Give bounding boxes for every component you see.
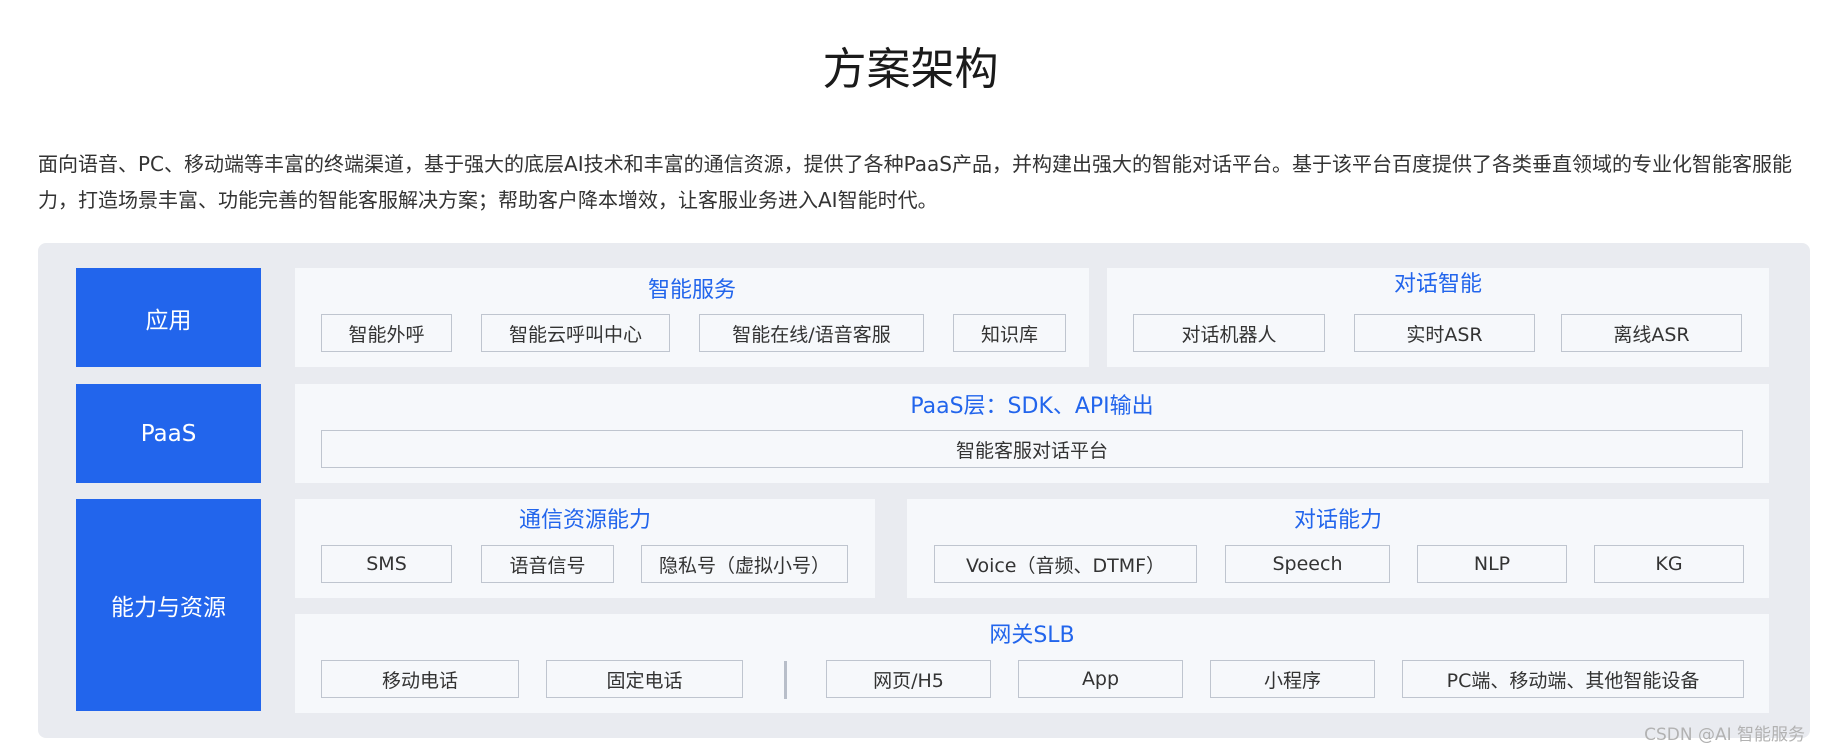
gateway-chip: App <box>1018 660 1183 698</box>
comm-resource-box: 通信资源能力 SMS 语音信号 隐私号（虚拟小号） <box>295 499 875 598</box>
dialog-intelligence-chip: 实时ASR <box>1354 314 1535 352</box>
service-chip: 智能外呼 <box>321 314 452 352</box>
service-chip: 知识库 <box>953 314 1066 352</box>
comm-chip: SMS <box>321 545 452 583</box>
comm-chip: 语音信号 <box>481 545 614 583</box>
gateway-chip: 固定电话 <box>546 660 743 698</box>
service-chip: 智能云呼叫中心 <box>481 314 670 352</box>
gateway-box: 网关SLB 移动电话 固定电话 网页/H5 App 小程序 PC端、移动端、其他… <box>295 614 1769 713</box>
dialog-intelligence-chip: 离线ASR <box>1561 314 1742 352</box>
dialog-intelligence-heading: 对话智能 <box>1393 272 1482 297</box>
dialog-intelligence-box: 对话智能 对话机器人 实时ASR 离线ASR <box>1107 268 1769 367</box>
dialog-chip: KG <box>1594 545 1744 583</box>
architecture-panel: 应用 PaaS 能力与资源 智能服务 智能外呼 智能云呼叫中心 智能在线/语音客… <box>38 243 1810 738</box>
page-description: 面向语音、PC、移动端等丰富的终端渠道，基于强大的底层AI技术和丰富的通信资源，… <box>38 152 1792 212</box>
service-chip: 智能在线/语音客服 <box>699 314 924 352</box>
gateway-chip: PC端、移动端、其他智能设备 <box>1402 660 1744 698</box>
comm-chip: 隐私号（虚拟小号） <box>641 545 848 583</box>
layer-label-app: 应用 <box>76 268 261 367</box>
watermark: CSDN @AI 智能服务 <box>1644 725 1805 745</box>
dialog-capability-heading: 对话能力 <box>1293 508 1382 533</box>
dialog-capability-box: 对话能力 Voice（音频、DTMF） Speech NLP KG <box>907 499 1769 598</box>
paas-heading: PaaS层：SDK、API输出 <box>910 394 1154 419</box>
page-title: 方案架构 <box>822 44 999 95</box>
gateway-heading: 网关SLB <box>989 623 1075 648</box>
dialog-chip: NLP <box>1417 545 1567 583</box>
dialog-chip: Speech <box>1225 545 1390 583</box>
paas-box: PaaS层：SDK、API输出 智能客服对话平台 <box>295 384 1769 483</box>
dialog-chip: Voice（音频、DTMF） <box>934 545 1197 583</box>
gateway-chip: 网页/H5 <box>826 660 991 698</box>
gateway-chip: 移动电话 <box>321 660 519 698</box>
gateway-separator <box>784 661 787 699</box>
comm-resource-heading: 通信资源能力 <box>518 508 651 533</box>
smart-service-heading: 智能服务 <box>647 278 736 303</box>
layer-label-paas: PaaS <box>76 384 261 483</box>
layer-label-capability: 能力与资源 <box>76 499 261 711</box>
dialog-intelligence-chip: 对话机器人 <box>1133 314 1325 352</box>
smart-service-box: 智能服务 智能外呼 智能云呼叫中心 智能在线/语音客服 知识库 <box>295 268 1089 367</box>
gateway-chip: 小程序 <box>1210 660 1375 698</box>
platform-chip: 智能客服对话平台 <box>321 430 1743 468</box>
